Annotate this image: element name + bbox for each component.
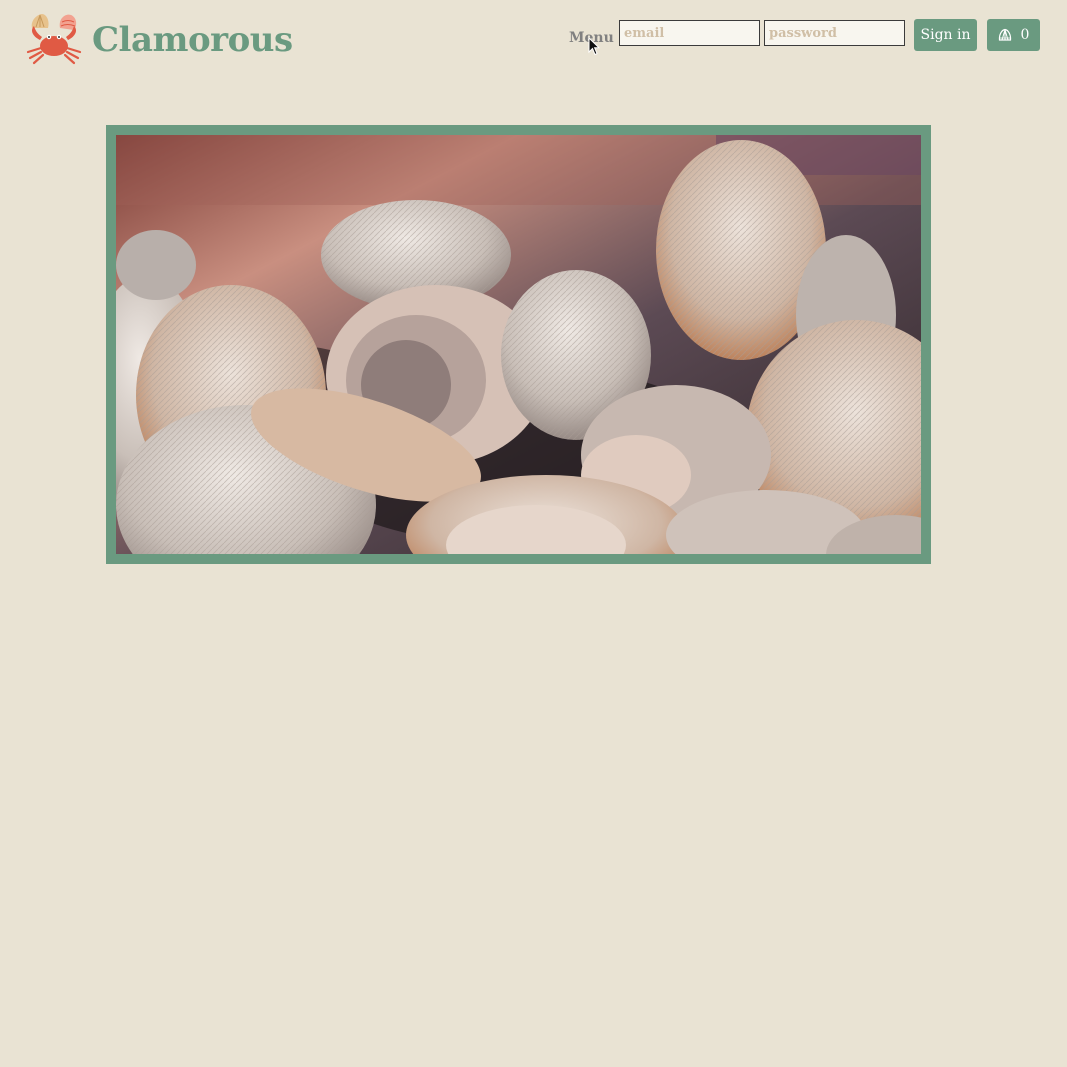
menu-link[interactable]: Menu [569, 30, 614, 46]
sign-in-button[interactable]: Sign in [914, 19, 977, 51]
hero-image-frame [106, 125, 931, 564]
sign-in-label: Sign in [920, 27, 971, 43]
crab-icon [26, 14, 82, 65]
page: Clamorous Menu Sign in 0 [0, 0, 1067, 1067]
brand-home-link[interactable]: Clamorous [24, 12, 293, 66]
brand-name: Clamorous [92, 20, 293, 60]
shell-icon [998, 28, 1011, 41]
password-input[interactable] [764, 20, 905, 46]
hero-clams-image [116, 135, 921, 554]
logo-shell-left [31, 14, 49, 28]
email-input[interactable] [619, 20, 760, 46]
cart-count: 0 [1020, 27, 1030, 43]
cart-button[interactable]: 0 [987, 19, 1040, 51]
